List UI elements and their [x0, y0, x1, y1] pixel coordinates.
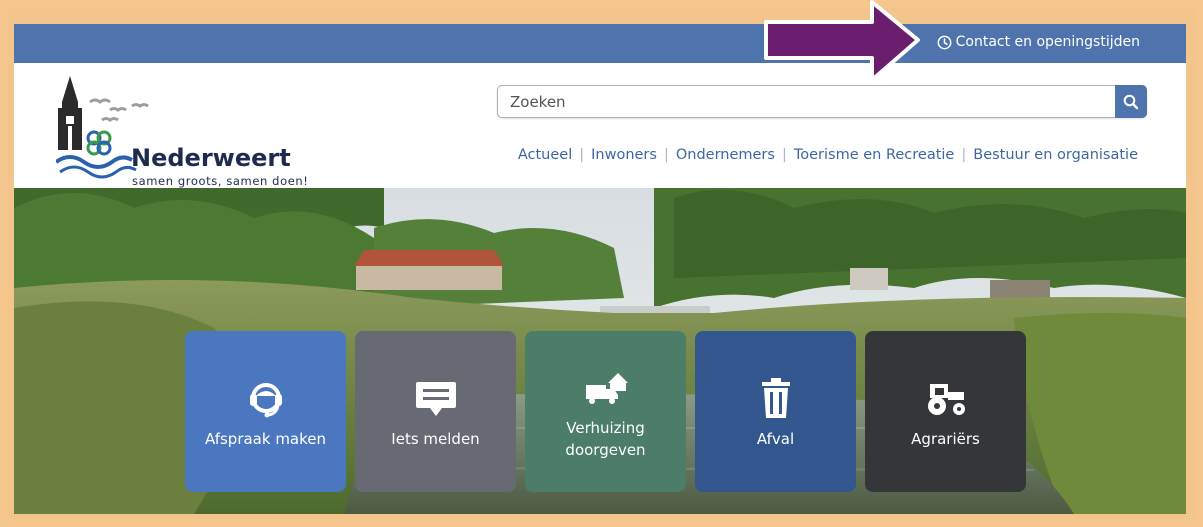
search-icon [1123, 94, 1139, 109]
tile-label: Afspraak maken [204, 429, 327, 448]
nav-ondernemers[interactable]: Ondernemers [676, 147, 775, 163]
tile-afspraak-maken[interactable]: Afspraak maken [185, 331, 346, 492]
search-input[interactable] [498, 86, 1132, 117]
nav-bestuur[interactable]: Bestuur en organisatie [973, 147, 1138, 163]
nav-inwoners[interactable]: Inwoners [591, 147, 657, 163]
site-logo[interactable]: Nederweert samen groots, samen doen! [56, 76, 356, 188]
contact-label: Contact en openingstijden [955, 34, 1140, 50]
clock-icon [937, 35, 952, 49]
tile-afval[interactable]: Afval [695, 331, 856, 492]
nav-actueel[interactable]: Actueel [518, 147, 572, 163]
tractor-icon [927, 383, 965, 415]
nav-separator: | [663, 147, 669, 163]
website: Contact en openingstijden Nederweert sam… [14, 24, 1186, 514]
main-nav: Actueel | Inwoners | Ondernemers | Toeri… [518, 147, 1138, 163]
search-button[interactable] [1115, 85, 1147, 118]
contact-link[interactable]: Contact en openingstijden [937, 34, 1140, 50]
tile-label-line2: doorgeven [565, 440, 646, 459]
search-bar [497, 85, 1147, 118]
nav-toerisme[interactable]: Toerisme en Recreatie [794, 147, 955, 163]
tile-agrariers[interactable]: Agrariërs [865, 331, 1026, 492]
nav-separator: | [781, 147, 787, 163]
tile-verhuizing-doorgeven[interactable]: Verhuizing doorgeven [525, 331, 686, 492]
moving-truck-icon [585, 372, 628, 404]
tile-label-line1: Verhuizing [566, 418, 645, 437]
hero-image: Afspraak maken Iets melden Verhuizing do… [14, 188, 1186, 514]
tile-label: Afval [756, 429, 795, 448]
tile-iets-melden[interactable]: Iets melden [355, 331, 516, 492]
annotation-arrow-icon [764, 0, 920, 82]
quick-links: Afspraak maken Iets melden Verhuizing do… [185, 331, 1026, 492]
chat-icon [415, 381, 456, 416]
top-bar: Contact en openingstijden [14, 24, 1186, 63]
nav-separator: | [961, 147, 967, 163]
site-header: Nederweert samen groots, samen doen! Act… [14, 63, 1186, 188]
logo-tagline: samen groots, samen doen! [132, 174, 309, 188]
tile-label: Agrariërs [911, 429, 980, 448]
tile-label: Iets melden [391, 429, 480, 448]
trash-icon [761, 377, 790, 418]
headset-icon [249, 382, 282, 417]
logo-name: Nederweert [131, 144, 291, 172]
nav-separator: | [579, 147, 585, 163]
